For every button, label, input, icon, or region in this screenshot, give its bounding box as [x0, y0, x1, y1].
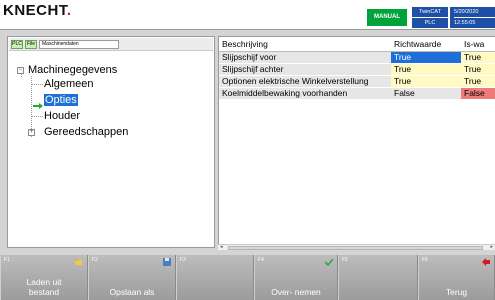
- company-logo: KNECHT.: [3, 2, 72, 19]
- scroll-right-icon[interactable]: ▸: [490, 245, 493, 250]
- f4-apply-button[interactable]: F4 Over- nemen: [254, 255, 338, 300]
- column-header-target[interactable]: Richtwaarde: [391, 37, 461, 52]
- checkmark-icon: [325, 258, 333, 266]
- row-actual-value: True: [461, 75, 495, 88]
- table-row[interactable]: Slijpschijf achter True True: [219, 63, 495, 76]
- datetime-display: 5/20/2020 12:55:05: [450, 7, 495, 28]
- f6-back-button[interactable]: F6 Terug: [418, 255, 495, 300]
- path-field: Maschinendaten: [39, 40, 119, 49]
- row-description: Koelmiddelbewaking voorhanden: [219, 87, 391, 100]
- date-label: 5/20/2020: [454, 7, 495, 18]
- row-actual-value: True: [461, 51, 495, 64]
- horizontal-scrollbar[interactable]: ◂ ▸: [218, 244, 495, 250]
- back-arrow-icon: [482, 258, 490, 266]
- f1-load-from-file-button[interactable]: F1 Laden uit bestand: [0, 255, 88, 300]
- table-row[interactable]: Optionen elektrische Winkelverstellung T…: [219, 75, 495, 88]
- row-target-value[interactable]: False: [391, 87, 461, 100]
- tree-item-opties[interactable]: Opties: [44, 94, 78, 106]
- plc-label: PLC: [424, 20, 436, 26]
- tree-item-gereedschappen[interactable]: Gereedschappen: [44, 126, 128, 138]
- scrollbar-thumb[interactable]: [228, 246, 483, 250]
- header-bar: KNECHT. MANUAL TwinCAT PLC 5/20/2020 12:…: [0, 0, 495, 30]
- table-row[interactable]: Slijpschijf voor True True: [219, 51, 495, 64]
- tree-line: [31, 76, 32, 137]
- table-row[interactable]: Koelmiddelbewaking voorhanden False Fals…: [219, 87, 495, 100]
- tree-item-algemeen[interactable]: Algemeen: [44, 78, 94, 90]
- row-target-value[interactable]: True: [391, 75, 461, 88]
- tree-item-houder[interactable]: Houder: [44, 110, 80, 122]
- column-header-actual[interactable]: Is-wa: [461, 37, 495, 52]
- column-header-description[interactable]: Beschrijving: [219, 37, 391, 52]
- f2-save-as-button[interactable]: F2 Opslaan als: [88, 255, 176, 300]
- f2-label: Opslaan als: [109, 286, 155, 297]
- twincat-label: TwinCAT: [412, 7, 448, 18]
- f4-label: Over- nemen: [271, 286, 321, 297]
- tree-line: [31, 84, 43, 85]
- mode-badge: MANUAL: [367, 9, 407, 26]
- row-target-value[interactable]: True: [391, 51, 461, 64]
- f5-button[interactable]: F5: [338, 255, 418, 300]
- twincat-status: TwinCAT PLC: [412, 7, 448, 28]
- data-table-panel: Beschrijving Richtwaarde Is-wa Slijpschi…: [218, 36, 495, 248]
- arrow-right-icon: [33, 103, 43, 109]
- folder-icon: [75, 259, 82, 265]
- file-chip[interactable]: File: [25, 40, 37, 49]
- tree-panel: PLC File Maschinendaten − Machinegegeven…: [7, 36, 215, 248]
- expand-icon[interactable]: +: [28, 129, 35, 136]
- row-description: Optionen elektrische Winkelverstellung: [219, 75, 391, 88]
- scroll-left-icon[interactable]: ◂: [220, 245, 223, 250]
- tree-root[interactable]: Machinegegevens: [28, 64, 117, 76]
- row-actual-value: False: [461, 87, 495, 100]
- tree-toolbar: PLC File Maschinendaten: [9, 38, 213, 51]
- row-actual-value: True: [461, 63, 495, 76]
- plc-chip[interactable]: PLC: [11, 40, 23, 49]
- time-label: 12:55:05: [454, 20, 476, 26]
- row-target-value[interactable]: True: [391, 63, 461, 76]
- f3-button[interactable]: F3: [176, 255, 254, 300]
- save-icon: [163, 258, 171, 266]
- tree-line: [31, 116, 43, 117]
- f6-label: Terug: [445, 286, 468, 297]
- function-key-bar: F1 Laden uit bestand F2 Opslaan als F3 F4…: [0, 255, 495, 300]
- row-description: Slijpschijf achter: [219, 63, 391, 76]
- collapse-icon[interactable]: −: [17, 67, 24, 74]
- options-table: Beschrijving Richtwaarde Is-wa Slijpschi…: [219, 37, 495, 100]
- row-description: Slijpschijf voor: [219, 51, 391, 64]
